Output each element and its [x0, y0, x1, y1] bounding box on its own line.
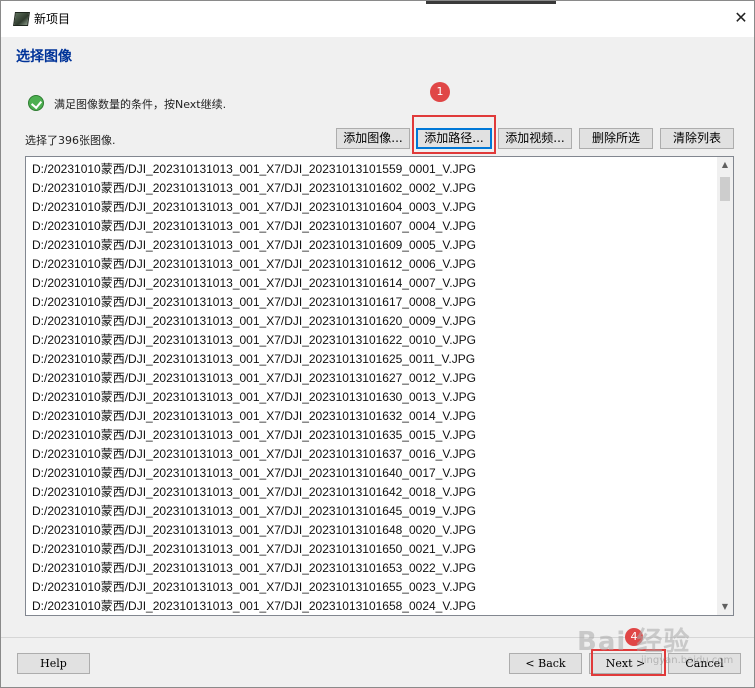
app-icon	[13, 12, 30, 26]
back-button[interactable]: < Back	[509, 653, 582, 674]
annotation-number-1: 1	[430, 82, 450, 102]
list-item[interactable]: D:/20231010蒙西/DJI_202310131013_001_X7/DJ…	[32, 540, 712, 559]
dialog-window: 新项目 ✕ 选择图像 满足图像数量的条件，按Next继续. 选择了396张图像.…	[0, 0, 755, 688]
scroll-thumb[interactable]	[720, 177, 730, 201]
list-item[interactable]: D:/20231010蒙西/DJI_202310131013_001_X7/DJ…	[32, 179, 712, 198]
title-bar: 新项目 ✕	[1, 1, 754, 37]
help-button[interactable]: Help	[17, 653, 90, 674]
list-item[interactable]: D:/20231010蒙西/DJI_202310131013_001_X7/DJ…	[32, 217, 712, 236]
list-item[interactable]: D:/20231010蒙西/DJI_202310131013_001_X7/DJ…	[32, 502, 712, 521]
list-item[interactable]: D:/20231010蒙西/DJI_202310131013_001_X7/DJ…	[32, 464, 712, 483]
list-item[interactable]: D:/20231010蒙西/DJI_202310131013_001_X7/DJ…	[32, 407, 712, 426]
add-path-button[interactable]: 添加路径...	[416, 128, 492, 149]
top-edge-strip	[426, 1, 556, 4]
list-item[interactable]: D:/20231010蒙西/DJI_202310131013_001_X7/DJ…	[32, 426, 712, 445]
list-item[interactable]: D:/20231010蒙西/DJI_202310131013_001_X7/DJ…	[32, 388, 712, 407]
delete-selected-button[interactable]: 删除所选	[579, 128, 653, 149]
watermark-logo: Bai 经验	[577, 627, 691, 657]
list-item[interactable]: D:/20231010蒙西/DJI_202310131013_001_X7/DJ…	[32, 350, 712, 369]
list-item[interactable]: D:/20231010蒙西/DJI_202310131013_001_X7/DJ…	[32, 578, 712, 597]
list-item[interactable]: D:/20231010蒙西/DJI_202310131013_001_X7/DJ…	[32, 255, 712, 274]
image-file-list[interactable]: D:/20231010蒙西/DJI_202310131013_001_X7/DJ…	[25, 156, 734, 616]
clear-list-button[interactable]: 清除列表	[660, 128, 734, 149]
window-title: 新项目	[34, 12, 71, 26]
list-item[interactable]: D:/20231010蒙西/DJI_202310131013_001_X7/DJ…	[32, 198, 712, 217]
list-item[interactable]: D:/20231010蒙西/DJI_202310131013_001_X7/DJ…	[32, 312, 712, 331]
watermark-url: jingyan.baidu.com	[641, 655, 734, 666]
add-video-button[interactable]: 添加视频...	[498, 128, 572, 149]
list-item[interactable]: D:/20231010蒙西/DJI_202310131013_001_X7/DJ…	[32, 559, 712, 578]
add-images-button[interactable]: 添加图像...	[336, 128, 410, 149]
check-circle-icon	[28, 95, 44, 111]
scroll-down-icon[interactable]: ▼	[717, 599, 733, 615]
file-list-rows: D:/20231010蒙西/DJI_202310131013_001_X7/DJ…	[32, 160, 712, 615]
vertical-scrollbar[interactable]: ▲ ▼	[717, 157, 733, 615]
list-item[interactable]: D:/20231010蒙西/DJI_202310131013_001_X7/DJ…	[32, 293, 712, 312]
page-title: 选择图像	[16, 49, 72, 65]
selected-count-label: 选择了396张图像.	[25, 134, 116, 147]
scroll-up-icon[interactable]: ▲	[717, 157, 733, 173]
list-item[interactable]: D:/20231010蒙西/DJI_202310131013_001_X7/DJ…	[32, 369, 712, 388]
list-item[interactable]: D:/20231010蒙西/DJI_202310131013_001_X7/DJ…	[32, 331, 712, 350]
list-item[interactable]: D:/20231010蒙西/DJI_202310131013_001_X7/DJ…	[32, 521, 712, 540]
list-item[interactable]: D:/20231010蒙西/DJI_202310131013_001_X7/DJ…	[32, 597, 712, 615]
close-icon[interactable]: ✕	[731, 8, 751, 28]
list-item[interactable]: D:/20231010蒙西/DJI_202310131013_001_X7/DJ…	[32, 236, 712, 255]
list-item[interactable]: D:/20231010蒙西/DJI_202310131013_001_X7/DJ…	[32, 274, 712, 293]
list-item[interactable]: D:/20231010蒙西/DJI_202310131013_001_X7/DJ…	[32, 483, 712, 502]
status-message: 满足图像数量的条件，按Next继续.	[54, 98, 227, 111]
list-item[interactable]: D:/20231010蒙西/DJI_202310131013_001_X7/DJ…	[32, 160, 712, 179]
list-item[interactable]: D:/20231010蒙西/DJI_202310131013_001_X7/DJ…	[32, 445, 712, 464]
